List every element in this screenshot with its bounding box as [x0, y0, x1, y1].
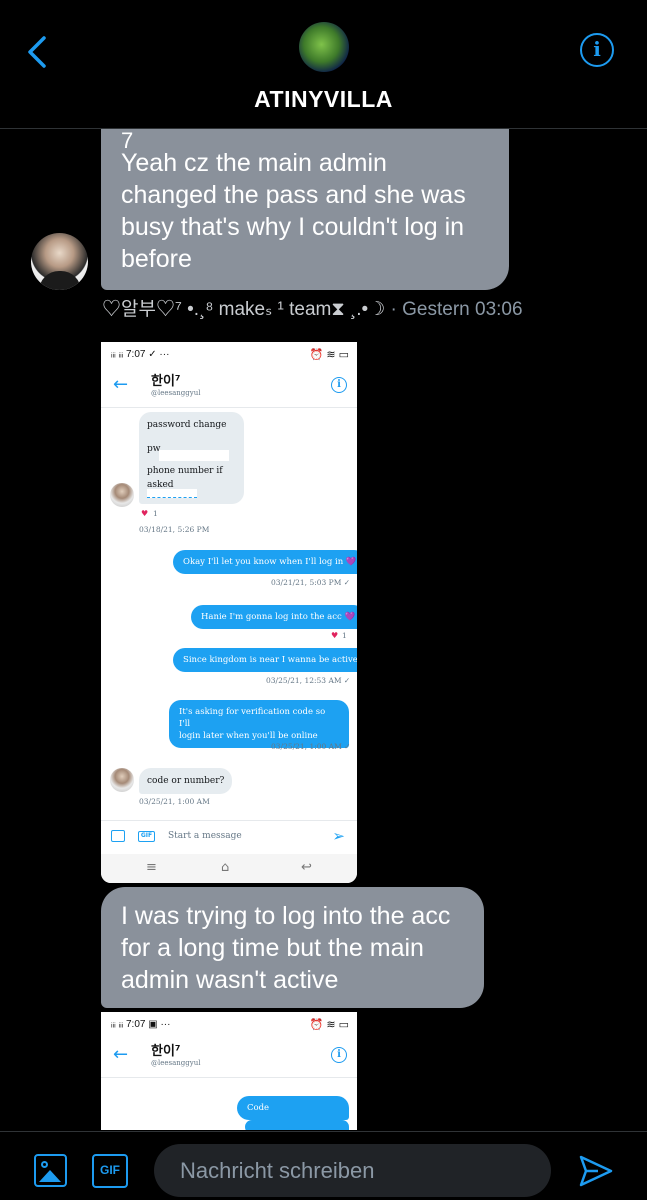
timestamp: 03/21/21, 5:03 PM ✓	[271, 578, 351, 587]
contact-name: 한이⁷	[151, 374, 181, 389]
sent-message: Hanie I'm gonna log into the acc 💜	[191, 605, 357, 629]
dm-header: ← 한이⁷ @leesanggyul i	[101, 1038, 357, 1078]
message-bubble[interactable]: I was trying to log into the acc for a l…	[101, 887, 484, 1008]
redaction	[147, 489, 197, 498]
sender-name[interactable]: ♡알부♡⁷ •.¸⁸ makeₛ ¹ team⧗ ¸.•☽	[102, 299, 385, 320]
timestamp: 03/25/21, 1:00 AM	[139, 797, 210, 806]
group-avatar[interactable]	[299, 22, 349, 72]
dm-compose-bar: GIF Start a message ➢	[101, 820, 357, 854]
send-icon[interactable]	[578, 1154, 614, 1188]
message-line: before	[121, 245, 192, 273]
message-bubble[interactable]: 7 Yeah cz the main admin changed the pas…	[101, 128, 509, 290]
message-line: Yeah cz the main admin	[121, 149, 387, 177]
message-line: admin wasn't active	[121, 966, 339, 994]
message-line: I was trying to log into the acc	[121, 902, 451, 930]
attached-image[interactable]: ᵢᵢᵢ ᵢᵢᵢ 7:07 ▣ ··· ⏰ ≋ ▭ ← 한이⁷ @leesangg…	[101, 1012, 357, 1130]
message-line: busy that's why I couldn't log in	[121, 213, 465, 241]
contact-handle: @leesanggyul	[151, 1059, 201, 1067]
timestamp: 03/18/21, 5:26 PM	[139, 525, 210, 534]
conversation-title: ATINYVILLA	[254, 86, 393, 112]
back-arrow-icon: ←	[113, 374, 129, 395]
gif-icon: GIF	[138, 831, 155, 842]
send-icon: ➢	[332, 827, 345, 845]
message-time: · Gestern 03:06	[390, 299, 523, 320]
timestamp: 03/25/21, 12:53 AM ✓	[266, 676, 351, 685]
menu-icon: ≡	[146, 860, 157, 875]
sent-message: Code	[237, 1096, 349, 1120]
sent-message: It's asking for verification code so I'l…	[169, 700, 349, 748]
message-line: for a long time but the main	[121, 934, 424, 962]
info-icon: i	[331, 1047, 347, 1063]
sender-avatar[interactable]	[31, 233, 88, 290]
chevron-left-icon[interactable]	[22, 32, 54, 72]
contact-avatar	[110, 768, 134, 792]
phone-status-bar: ᵢᵢᵢ ᵢᵢᵢ 7:07 ▣ ··· ⏰ ≋ ▭	[111, 1019, 349, 1031]
back-arrow-icon: ←	[113, 1044, 129, 1065]
heart-icon: ♥	[141, 509, 149, 518]
contact-avatar	[110, 483, 134, 507]
sent-message	[245, 1120, 349, 1130]
compose-placeholder: Start a message	[168, 831, 242, 841]
home-icon: ⌂	[221, 860, 230, 875]
attached-image[interactable]: ᵢᵢᵢ ᵢᵢᵢ 7:07 ✓ ··· ⏰ ≋ ▭ ← 한이⁷ @leesangg…	[101, 342, 357, 883]
message-fragment: 7	[121, 128, 134, 153]
received-message: code or number?	[139, 768, 233, 794]
dm-header: ← 한이⁷ @leesanggyul i	[101, 368, 357, 408]
reaction-count: 1	[342, 631, 347, 640]
image-icon	[111, 830, 125, 842]
gif-button[interactable]: GIF	[92, 1154, 128, 1188]
message-input[interactable]: Nachricht schreiben	[154, 1144, 551, 1197]
sent-message: Since kingdom is near I wanna be active	[173, 648, 357, 672]
timestamp: 03/25/21, 1:00 AM ✓	[271, 742, 351, 751]
phone-status-bar: ᵢᵢᵢ ᵢᵢᵢ 7:07 ✓ ··· ⏰ ≋ ▭	[111, 349, 349, 361]
info-icon[interactable]: i	[580, 33, 614, 67]
reaction-count: 1	[153, 509, 158, 518]
sent-message: Okay I'll let you know when I'll log in …	[173, 550, 357, 574]
contact-name: 한이⁷	[151, 1044, 181, 1059]
info-icon: i	[331, 377, 347, 393]
heart-icon: ♥	[331, 631, 339, 640]
message-composer: GIF Nachricht schreiben	[0, 1131, 647, 1200]
contact-handle: @leesanggyul	[151, 389, 201, 397]
conversation-header: ATINYVILLA i	[0, 0, 647, 129]
redaction	[159, 450, 229, 461]
message-line: changed the pass and she was	[121, 181, 466, 209]
message-meta: ♡알부♡⁷ •.¸⁸ makeₛ ¹ team⧗ ¸.•☽ · Gestern …	[102, 294, 523, 321]
image-icon[interactable]	[34, 1154, 67, 1187]
android-nav-bar: ≡ ⌂ ↩	[101, 854, 357, 883]
back-icon: ↩	[301, 860, 312, 875]
